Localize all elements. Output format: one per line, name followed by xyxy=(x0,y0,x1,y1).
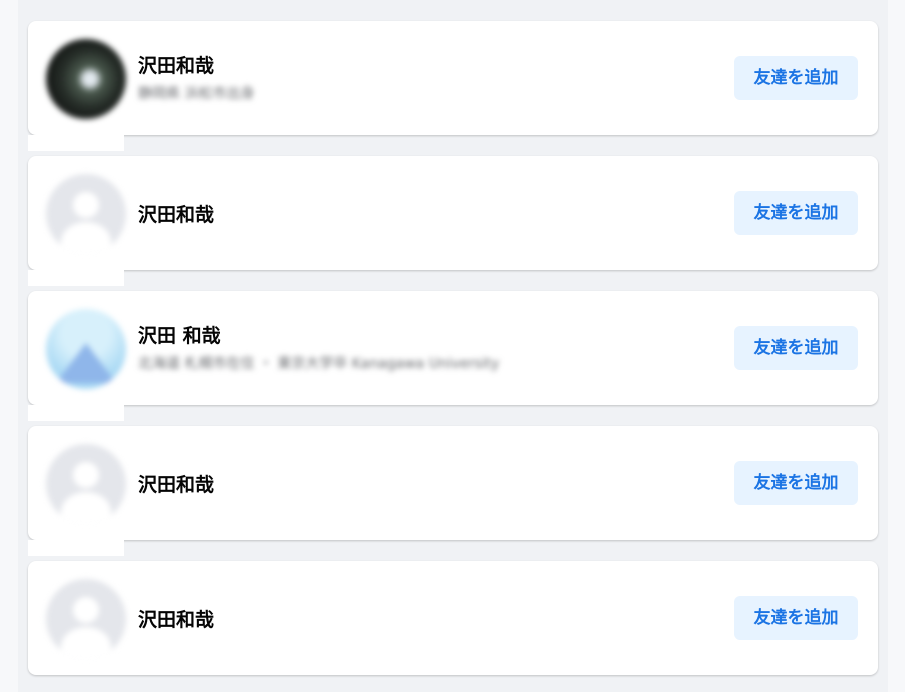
person-result-card: 沢田和哉 静岡県 浜松市出身 友達を追加 xyxy=(28,21,878,135)
person-detail-line: 静岡県 浜松市出身 xyxy=(138,86,255,102)
avatar-overflow-strip xyxy=(28,270,124,286)
person-name[interactable]: 沢田和哉 xyxy=(138,605,214,632)
person-result-card: 沢田和哉 友達を追加 xyxy=(28,156,878,270)
profile-photo-avatar[interactable] xyxy=(46,39,126,119)
avatar-overflow-strip xyxy=(28,135,124,151)
avatar-overflow-strip xyxy=(28,540,124,556)
silhouette-body xyxy=(61,222,111,254)
add-friend-button[interactable]: 友達を追加 xyxy=(734,596,858,640)
silhouette-body xyxy=(61,492,111,524)
people-results-list: 沢田和哉 静岡県 浜松市出身 友達を追加 沢田和哉 友達を追加 沢田 和哉 北海… xyxy=(28,21,878,692)
add-friend-button[interactable]: 友達を追加 xyxy=(734,191,858,235)
default-profile-silhouette-icon[interactable] xyxy=(46,579,126,659)
silhouette-head xyxy=(73,597,99,623)
person-name[interactable]: 沢田 和哉 xyxy=(138,321,221,348)
default-profile-silhouette-icon[interactable] xyxy=(46,174,126,254)
mountain-peak-shape xyxy=(56,343,116,383)
person-result-card: 沢田和哉 友達を追加 xyxy=(28,561,878,675)
person-detail-line: 北海道 札幌市在住 ・ 東京大学卒 Kanagawa University xyxy=(138,356,500,372)
silhouette-head xyxy=(73,192,99,218)
add-friend-button[interactable]: 友達を追加 xyxy=(734,56,858,100)
person-name[interactable]: 沢田和哉 xyxy=(138,200,214,227)
search-results-page: 沢田和哉 静岡県 浜松市出身 友達を追加 沢田和哉 友達を追加 沢田 和哉 北海… xyxy=(0,0,905,692)
left-gutter xyxy=(0,0,18,692)
silhouette-body xyxy=(61,627,111,659)
default-profile-silhouette-icon[interactable] xyxy=(46,444,126,524)
add-friend-button[interactable]: 友達を追加 xyxy=(734,326,858,370)
person-result-card: 沢田和哉 友達を追加 xyxy=(28,426,878,540)
mountain-profile-photo-avatar[interactable] xyxy=(46,309,126,389)
right-gutter xyxy=(888,0,905,692)
person-name[interactable]: 沢田和哉 xyxy=(138,51,214,78)
avatar-overflow-strip xyxy=(28,405,124,421)
person-result-card: 沢田 和哉 北海道 札幌市在住 ・ 東京大学卒 Kanagawa Univers… xyxy=(28,291,878,405)
silhouette-head xyxy=(73,462,99,488)
person-name[interactable]: 沢田和哉 xyxy=(138,470,214,497)
add-friend-button[interactable]: 友達を追加 xyxy=(734,461,858,505)
